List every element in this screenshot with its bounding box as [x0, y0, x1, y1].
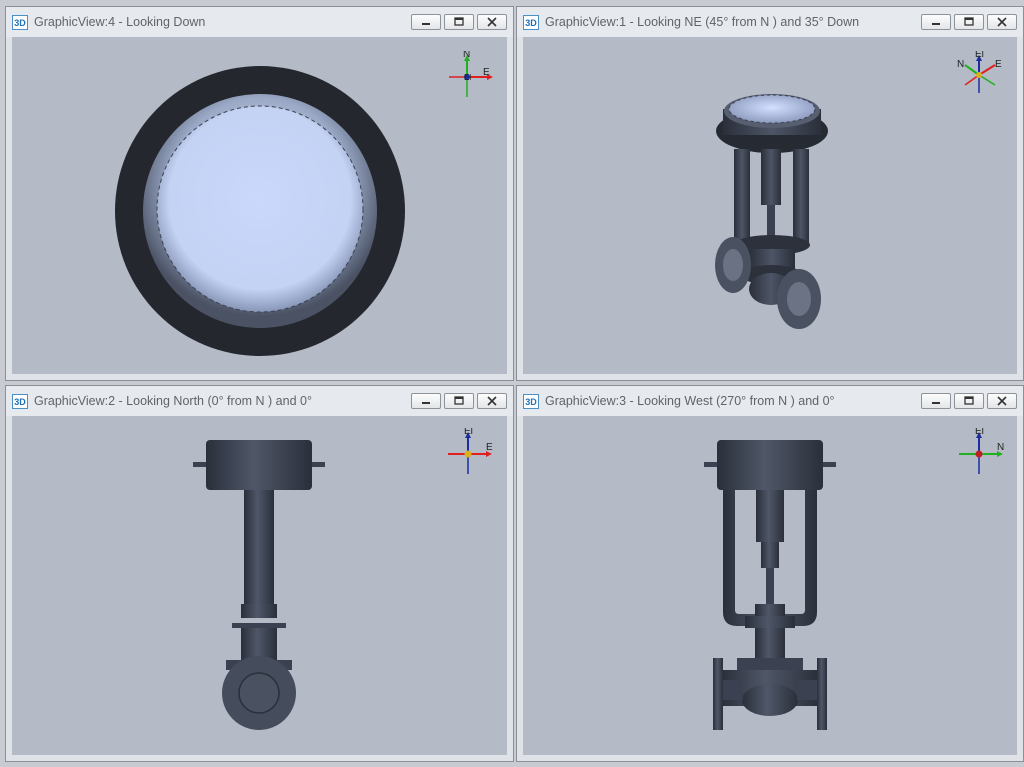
- restore-button[interactable]: [954, 393, 984, 409]
- triad-label-elevation: El: [975, 428, 984, 437]
- orientation-triad: El E: [448, 428, 493, 474]
- 3d-view-icon: 3D: [12, 394, 28, 409]
- window-titlebar[interactable]: 3D GraphicView:1 - Looking NE (45° from …: [517, 7, 1023, 37]
- triad-label-north: N: [957, 59, 964, 70]
- window-title: GraphicView:1 - Looking NE (45° from N )…: [545, 15, 860, 29]
- triad-label-east: E: [483, 67, 490, 78]
- close-icon: [997, 17, 1007, 27]
- graphic-view-1-window: 3D GraphicView:1 - Looking NE (45° from …: [516, 6, 1024, 381]
- valve-isometric-model[interactable]: [523, 37, 1017, 374]
- orientation-triad: El N: [959, 428, 1004, 474]
- close-button[interactable]: [477, 14, 507, 30]
- 3d-viewport[interactable]: N E El: [12, 37, 507, 374]
- window-titlebar[interactable]: 3D GraphicView:2 - Looking North (0° fro…: [6, 386, 513, 416]
- triad-label-east: E: [995, 59, 1002, 70]
- triad-label-north: N: [997, 442, 1004, 453]
- orientation-triad: El N E: [957, 51, 1002, 93]
- restore-button[interactable]: [444, 393, 474, 409]
- minimize-icon: [422, 23, 430, 25]
- restore-icon: [964, 396, 974, 405]
- minimize-button[interactable]: [411, 14, 441, 30]
- close-icon: [487, 396, 497, 406]
- restore-icon: [454, 396, 464, 405]
- minimize-button[interactable]: [411, 393, 441, 409]
- graphic-view-3-window: 3D GraphicView:3 - Looking West (270° fr…: [516, 385, 1024, 762]
- valve-top-view-model[interactable]: [12, 37, 507, 374]
- 3d-viewport[interactable]: El N E: [523, 37, 1017, 374]
- triad-label-elevation: El: [975, 51, 984, 60]
- orientation-triad: N E El: [449, 51, 493, 97]
- minimize-button[interactable]: [921, 393, 951, 409]
- graphic-view-4-window: 3D GraphicView:4 - Looking Down N E El: [5, 6, 514, 381]
- 3d-view-icon: 3D: [523, 394, 539, 409]
- restore-button[interactable]: [444, 14, 474, 30]
- close-button[interactable]: [477, 393, 507, 409]
- triad-label-east: E: [486, 442, 493, 453]
- restore-icon: [964, 17, 974, 26]
- 3d-view-icon: 3D: [523, 15, 539, 30]
- triad-label-elevation: El: [464, 428, 473, 437]
- triad-label-north: N: [463, 51, 470, 60]
- restore-icon: [454, 17, 464, 26]
- valve-north-view-model[interactable]: [12, 416, 507, 755]
- minimize-icon: [932, 402, 940, 404]
- close-button[interactable]: [987, 393, 1017, 409]
- triad-label-elevation: El: [464, 73, 471, 82]
- restore-button[interactable]: [954, 14, 984, 30]
- valve-west-view-model[interactable]: [523, 416, 1017, 755]
- close-icon: [997, 396, 1007, 406]
- close-button[interactable]: [987, 14, 1017, 30]
- close-icon: [487, 17, 497, 27]
- minimize-button[interactable]: [921, 14, 951, 30]
- window-titlebar[interactable]: 3D GraphicView:4 - Looking Down: [6, 7, 513, 37]
- 3d-view-icon: 3D: [12, 15, 28, 30]
- minimize-icon: [932, 23, 940, 25]
- 3d-viewport[interactable]: El E: [12, 416, 507, 755]
- window-title: GraphicView:4 - Looking Down: [34, 15, 206, 29]
- window-title: GraphicView:3 - Looking West (270° from …: [545, 394, 835, 408]
- 3d-viewport[interactable]: El N: [523, 416, 1017, 755]
- window-title: GraphicView:2 - Looking North (0° from N…: [34, 394, 312, 408]
- window-titlebar[interactable]: 3D GraphicView:3 - Looking West (270° fr…: [517, 386, 1023, 416]
- graphic-view-2-window: 3D GraphicView:2 - Looking North (0° fro…: [5, 385, 514, 762]
- minimize-icon: [422, 402, 430, 404]
